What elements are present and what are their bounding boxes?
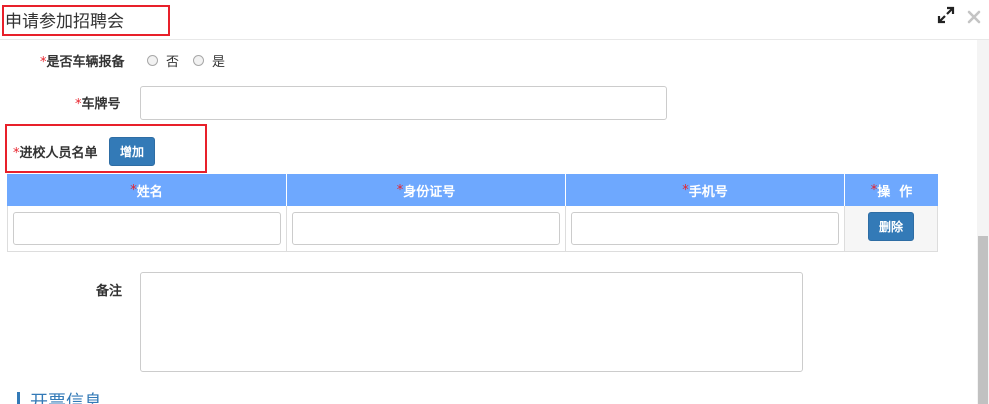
column-header-name: * 姓名 [7, 174, 287, 206]
column-header-actions: * 操 作 [870, 182, 913, 200]
delete-row-button[interactable]: 删除 [868, 212, 914, 241]
vehicle-question-text: 是否车辆报备 [46, 55, 125, 70]
column-header-id-number: * 身份证号 [287, 174, 566, 206]
radio-no-label[interactable]: 否 [166, 51, 179, 70]
visitors-label-text: 进校人员名单 [19, 146, 98, 161]
column-header-phone: * 手机号 [566, 174, 845, 206]
radio-no[interactable] [147, 54, 158, 66]
radio-yes-label[interactable]: 是 [212, 51, 225, 70]
add-visitor-button[interactable]: 增加 [109, 137, 155, 166]
name-input[interactable] [13, 212, 281, 245]
close-icon[interactable] [966, 9, 982, 25]
cell-name [8, 206, 287, 251]
id-number-input[interactable] [292, 212, 560, 245]
title-highlight-box [2, 5, 170, 36]
expand-icon[interactable] [937, 6, 955, 24]
visitor-grid-header: * 姓名 * 身份证号 * 手机号 * 操 作 [7, 174, 938, 206]
cell-phone [566, 206, 845, 251]
remarks-label: 备注 [96, 284, 123, 299]
radio-yes[interactable] [193, 54, 205, 66]
vehicle-radio-group: 否 是 [147, 50, 239, 70]
plate-input[interactable] [140, 86, 667, 120]
cell-actions: 删除 [845, 206, 937, 251]
table-row: 删除 [7, 206, 938, 252]
scrollbar-thumb[interactable] [978, 236, 988, 404]
invoice-section-text: 开票信息 [30, 392, 102, 404]
phone-input[interactable] [571, 212, 839, 245]
invoice-section-title: 开票信息 [17, 388, 102, 404]
visitors-label: *进校人员名单 [13, 142, 98, 161]
remarks-textarea[interactable] [140, 272, 803, 372]
plate-label: *车牌号 [75, 93, 121, 112]
dialog-header: 申请参加招聘会 [0, 0, 989, 40]
plate-label-text: 车牌号 [81, 97, 121, 112]
cell-id-number [287, 206, 566, 251]
vehicle-question-label: *是否车辆报备 [40, 51, 125, 70]
section-marker [17, 392, 20, 404]
